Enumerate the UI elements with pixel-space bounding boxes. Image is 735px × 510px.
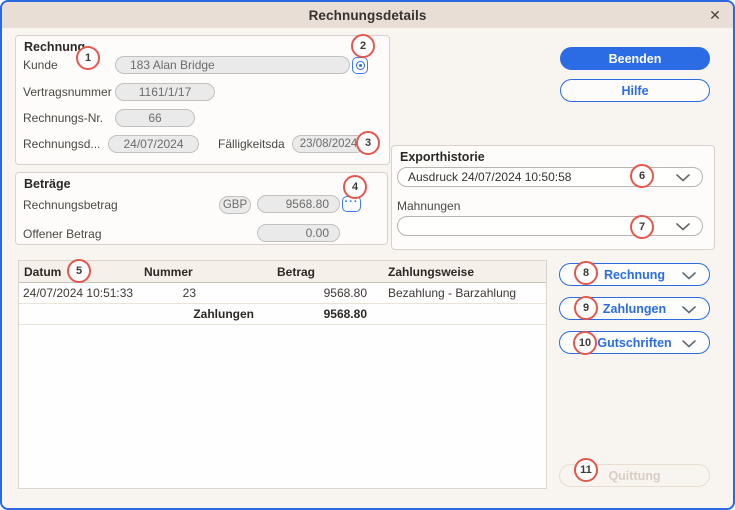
vertragsnummer-field: 1161/1/17 [115,83,215,101]
rechnungsdatum-label: Rechnungsd... [23,137,101,151]
column-header-zahlungsweise: Zahlungsweise [388,264,475,279]
annotation-11: 11 [574,458,598,482]
column-header-betrag: Betrag [277,264,316,279]
zahlungen-menu-label: Zahlungen [602,301,667,316]
rechnungsbetrag-label: Rechnungsbetrag [23,198,118,212]
hilfe-button[interactable]: Hilfe [560,79,710,102]
offener-betrag-field: 0.00 [257,224,340,242]
titlebar: Rechnungsdetails ✕ [2,2,733,28]
kunde-label: Kunde [23,58,58,72]
annotation-2: 2 [351,34,375,58]
offener-betrag-label: Offener Betrag [23,227,102,241]
customer-lookup-icon [355,61,365,70]
table-header-row: Datum Nummer Betrag Zahlungsweise [19,261,546,283]
annotation-1: 1 [76,46,100,70]
dialog-title: Rechnungsdetails [308,7,427,23]
invoice-details-dialog: Rechnungsdetails ✕ Rechnung Kunde 183 Al… [0,0,735,510]
cell-betrag: 9568.80 [323,286,367,300]
section-exporthistorie-title: Exporthistorie [400,150,485,164]
chevron-down-icon [682,306,696,314]
cell-nummer: 23 [182,286,196,300]
summary-label: Zahlungen [193,307,254,321]
annotation-7: 7 [630,215,654,239]
annotation-3: 3 [356,131,380,155]
column-header-nummer: Nummer [144,264,193,279]
close-button[interactable]: ✕ [705,6,725,24]
rechnungsdatum-field: 24/07/2024 [108,135,199,153]
rechnungsbetrag-field: 9568.80 [257,195,340,213]
rechnungs-nr-field: 66 [115,109,195,127]
faelligkeitsdatum-field: 23/08/2024 [292,135,365,153]
section-rechnung-title: Rechnung [24,40,86,54]
chevron-down-icon [682,272,696,280]
table-row[interactable]: 24/07/2024 10:51:33 23 9568.80 Bezahlung… [19,283,546,304]
annotation-4: 4 [343,175,367,199]
table-summary-row: Zahlungen 9568.80 [19,304,546,325]
vertragsnummer-label: Vertragsnummer [23,85,112,99]
chevron-down-icon [676,174,690,182]
chevron-down-icon [676,223,690,231]
annotation-10: 10 [573,331,597,355]
cell-zahlungsweise: Bezahlung - Barzahlung [388,286,517,300]
cell-datum: 24/07/2024 10:51:33 [23,286,134,300]
rechnung-menu-label: Rechnung [603,267,666,282]
annotation-5: 5 [67,259,91,283]
chevron-down-icon [682,340,696,348]
faelligkeitsdatum-label: Fälligkeitsda [218,137,285,151]
beenden-button[interactable]: Beenden [560,47,710,70]
close-icon: ✕ [709,6,721,23]
gutschriften-menu-label: Gutschriften [597,335,672,350]
payments-table: Datum Nummer Betrag Zahlungsweise 24/07/… [18,260,547,489]
section-betraege-title: Beträge [24,177,71,191]
annotation-9: 9 [574,296,598,320]
mahnungen-label: Mahnungen [397,199,461,213]
customer-lookup-button[interactable] [352,57,368,74]
exporthistorie-select[interactable]: Ausdruck 24/07/2024 10:50:58 [397,167,703,187]
currency-badge: GBP [219,196,251,214]
rechnungs-nr-label: Rechnungs-Nr. [23,111,104,125]
summary-betrag: 9568.80 [323,307,367,321]
annotation-6: 6 [630,164,654,188]
kunde-field: 183 Alan Bridge [115,56,350,74]
exporthistorie-selected-value: Ausdruck 24/07/2024 10:50:58 [408,170,572,184]
annotation-8: 8 [574,261,598,285]
mahnungen-select[interactable] [397,216,703,236]
